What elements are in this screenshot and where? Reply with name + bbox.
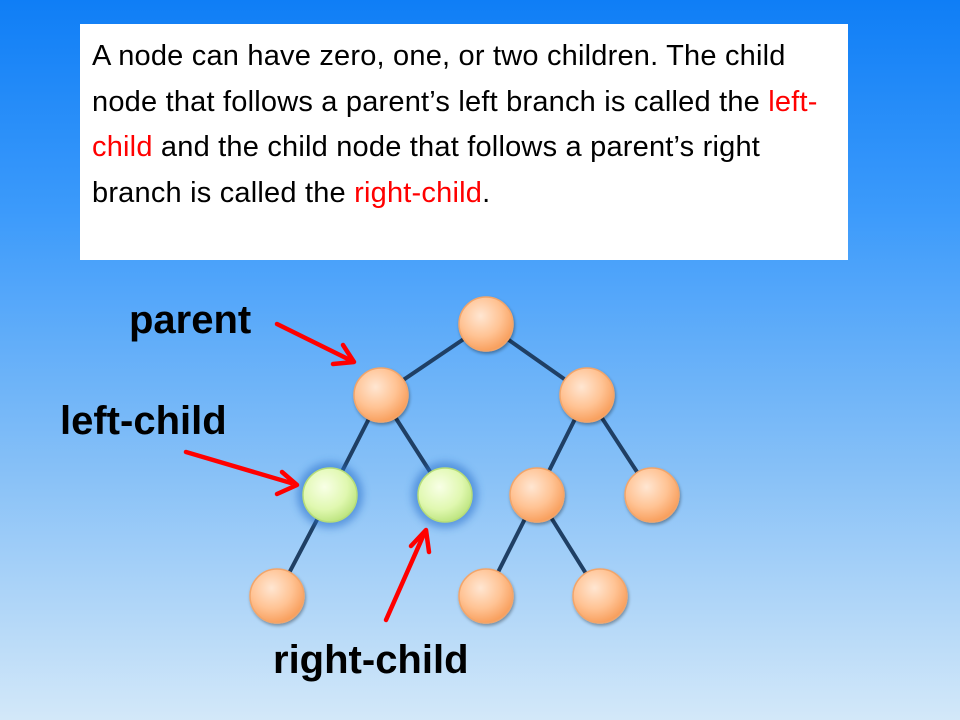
- node-right-right: [624, 467, 680, 523]
- tree-nodes: [249, 296, 680, 624]
- node-leaf-1: [249, 568, 305, 624]
- node-leaf-2: [458, 568, 514, 624]
- arrow-parent-shaft: [274, 321, 353, 363]
- node-leaf-3: [572, 568, 628, 624]
- node-parent: [353, 367, 409, 423]
- arrow-right-child-shaft: [383, 531, 427, 623]
- highlighted-nodes: [302, 467, 473, 523]
- label-parent: parent: [129, 298, 252, 342]
- binary-tree-diagram: [183, 296, 680, 624]
- label-right-child: right-child: [273, 638, 469, 682]
- label-left-child: left-child: [60, 399, 227, 443]
- node-root: [458, 296, 514, 352]
- node-right-left: [509, 467, 565, 523]
- node-right: [559, 367, 615, 423]
- node-left-child: [302, 467, 358, 523]
- arrow-left-child-shaft: [183, 449, 294, 486]
- node-right-child: [417, 467, 473, 523]
